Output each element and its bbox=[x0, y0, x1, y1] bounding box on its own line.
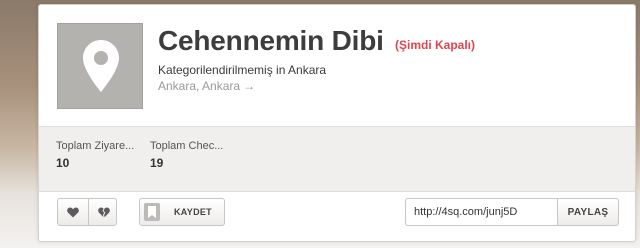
venue-location-link[interactable]: Ankara, Ankara → bbox=[158, 79, 255, 93]
save-label: KAYDET bbox=[174, 207, 212, 217]
heart-icon bbox=[67, 206, 79, 217]
arrow-right-icon: → bbox=[243, 79, 256, 93]
share-label: PAYLAŞ bbox=[567, 207, 609, 218]
stats-bar: Toplam Ziyare... 10 Toplam Chec... 19 bbox=[39, 126, 635, 192]
stat-total-checkins: Toplam Chec... 19 bbox=[150, 140, 223, 170]
save-tag-box bbox=[144, 203, 160, 221]
like-dislike-group bbox=[57, 198, 117, 226]
venue-photo-placeholder bbox=[57, 23, 143, 109]
share-url-field[interactable]: http://4sq.com/junj5D bbox=[405, 198, 557, 226]
like-button[interactable] bbox=[58, 199, 88, 225]
broken-heart-icon bbox=[98, 206, 110, 217]
venue-location-text: Ankara, Ankara bbox=[158, 79, 241, 93]
stat-label: Toplam Ziyare... bbox=[56, 140, 135, 152]
map-pin-icon bbox=[83, 40, 119, 92]
save-button[interactable]: KAYDET bbox=[139, 198, 225, 226]
stat-value: 19 bbox=[150, 156, 164, 170]
venue-card: Cehennemin Dibi (Şimdi Kapalı) Kategoril… bbox=[38, 4, 636, 242]
share-button[interactable]: PAYLAŞ bbox=[557, 198, 619, 226]
open-status-badge: (Şimdi Kapalı) bbox=[395, 38, 476, 52]
venue-title: Cehennemin Dibi bbox=[158, 25, 384, 56]
bookmark-icon bbox=[148, 206, 156, 218]
stat-total-visitors: Toplam Ziyare... 10 bbox=[56, 140, 134, 170]
dislike-button[interactable] bbox=[88, 199, 119, 225]
stat-value: 10 bbox=[56, 156, 70, 170]
venue-category[interactable]: Kategorilendirilmemiş in Ankara bbox=[158, 63, 326, 77]
stat-label: Toplam Chec... bbox=[150, 140, 224, 152]
